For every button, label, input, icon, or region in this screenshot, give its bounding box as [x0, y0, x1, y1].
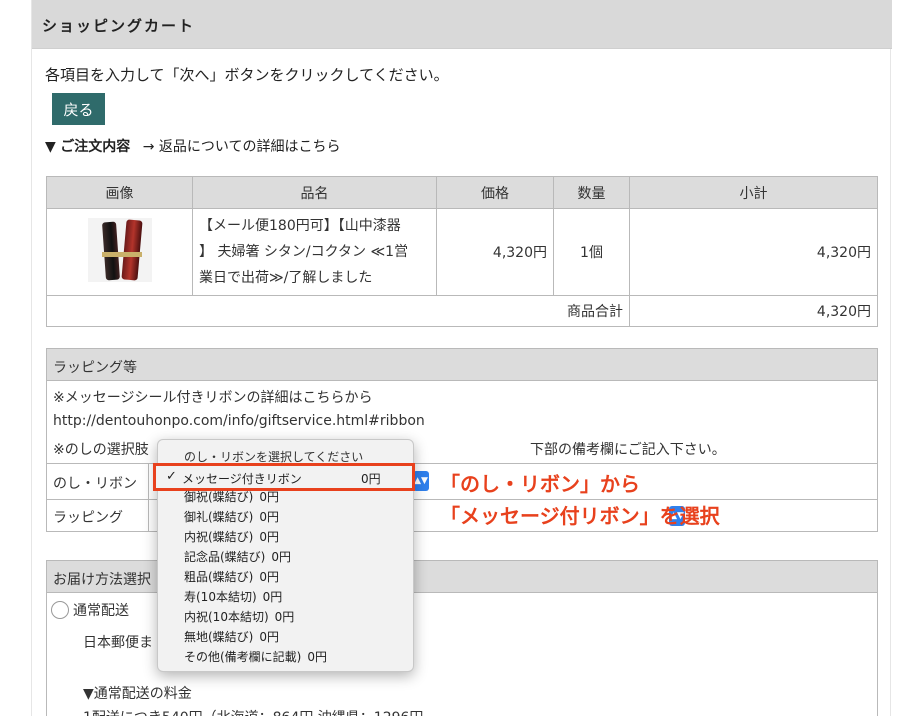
chopstick-red	[120, 219, 143, 281]
total-label: 商品合計	[46, 295, 630, 327]
product-price: 4,320円	[436, 208, 554, 296]
col-header-subtotal: 小計	[629, 176, 878, 209]
option-label: 無地(蝶結び)	[184, 630, 254, 644]
option-label: 御礼(蝶結び)	[184, 510, 254, 524]
product-name-line: 【メール便180円可】【山中漆器	[199, 218, 401, 234]
fee-heading: ▼通常配送の料金	[83, 686, 192, 702]
delivery-detail: 日本郵便ま	[83, 635, 153, 651]
col-header-price: 価格	[436, 176, 554, 209]
annotation-line2: 「メッセージ付リボン」を選択	[440, 504, 720, 528]
fee-detail: 1配送につき540円（北海道：864円 沖縄県：1296円	[83, 707, 423, 716]
table-row: 【メール便180円可】【山中漆器 】 夫婦箸 シタン/コクタン ≪1営 業日で出…	[46, 208, 878, 296]
product-thumbnail[interactable]	[87, 218, 152, 282]
option-label: 粗品(蝶結び)	[184, 570, 254, 584]
option-price: 0円	[259, 530, 280, 544]
product-name-line: 業日で出荷≫/了解しました	[199, 270, 373, 286]
dropdown-option[interactable]: 御礼(蝶結び) 0円	[184, 508, 279, 525]
normal-delivery-label[interactable]: 通常配送	[73, 600, 129, 620]
option-price: 0円	[307, 650, 328, 664]
option-price: 0円	[259, 490, 280, 504]
noshi-note-end: 下部の備考欄にご記入下さい。	[530, 442, 726, 458]
order-table: 画像 品名 価格 数量 小計 【メール便180円可】【山中漆器 】 夫婦箸 シタ…	[46, 176, 878, 327]
dropdown-option[interactable]: 記念品(蝶結び) 0円	[184, 548, 291, 565]
cart-header: ショッピングカート	[32, 0, 892, 49]
row-divider	[148, 500, 149, 532]
instruction-text: 各項目を入力して「次へ」ボタンをクリックしてください。	[45, 66, 449, 84]
noshi-ribbon-label: のし・リボン	[53, 476, 137, 492]
selected-option-label: メッセージ付きリボン	[182, 472, 302, 486]
returns-link[interactable]: → 返品についての詳細はこちら	[143, 139, 341, 155]
noshi-ribbon-dropdown[interactable]: のし・リボンを選択してください ✓ メッセージ付きリボン 0円 御祝(蝶結び) 0…	[153, 439, 415, 672]
triangle-icon: ▼	[45, 139, 56, 155]
product-name-line: 】 夫婦箸 シタン/コクタン ≪1営	[199, 244, 409, 260]
option-price: 0円	[259, 570, 280, 584]
col-header-qty: 数量	[553, 176, 630, 209]
ribbon-note: ※メッセージシール付きリボンの詳細はこちらから	[53, 390, 373, 406]
col-header-name: 品名	[192, 176, 437, 209]
col-header-image: 画像	[46, 176, 193, 209]
dropdown-option[interactable]: 内祝(蝶結び) 0円	[184, 528, 279, 545]
option-price: 0円	[271, 550, 292, 564]
order-section-title: ご注文内容	[60, 139, 131, 155]
option-label: 内祝(10本結切)	[184, 610, 269, 624]
option-price: 0円	[259, 510, 280, 524]
option-label: 記念品(蝶結び)	[184, 550, 266, 564]
row-divider	[148, 464, 149, 499]
dropdown-option[interactable]: その他(備考欄に記載) 0円	[184, 648, 327, 665]
option-label: 寿(10本結切)	[184, 590, 257, 604]
noshi-note-start: ※のしの選択肢	[53, 442, 149, 458]
dropdown-option[interactable]: 御祝(蝶結び) 0円	[184, 488, 279, 505]
total-value: 4,320円	[629, 295, 878, 327]
noshi-select-arrow-icon[interactable]: ▲▼	[413, 471, 429, 491]
ribbon-url[interactable]: http://dentouhonpo.com/info/giftservice.…	[53, 413, 425, 429]
chopstick-band	[101, 252, 142, 257]
product-subtotal: 4,320円	[629, 208, 878, 296]
chopstick-dark	[101, 221, 120, 281]
product-image-cell	[46, 208, 193, 296]
option-label: その他(備考欄に記載)	[184, 650, 302, 664]
order-section-heading: ▼ ご注文内容 → 返品についての詳細はこちら	[45, 136, 340, 156]
annotation-line1: 「のし・リボン」から	[440, 472, 640, 496]
option-price: 0円	[259, 630, 280, 644]
dropdown-option[interactable]: 内祝(10本結切) 0円	[184, 608, 294, 625]
dropdown-option[interactable]: 寿(10本結切) 0円	[184, 588, 282, 605]
back-button[interactable]: 戻る	[52, 93, 105, 125]
checkmark-icon: ✓	[166, 469, 177, 484]
selected-option-price: 0円	[361, 472, 381, 486]
total-row: 商品合計 4,320円	[46, 295, 878, 327]
table-header-row: 画像 品名 価格 数量 小計	[46, 176, 878, 209]
option-price: 0円	[262, 590, 283, 604]
selected-option-highlight[interactable]: ✓ メッセージ付きリボン 0円	[153, 463, 415, 491]
product-name-cell: 【メール便180円可】【山中漆器 】 夫婦箸 シタン/コクタン ≪1営 業日で出…	[192, 208, 437, 296]
product-quantity: 1個	[553, 208, 630, 296]
option-label: 御祝(蝶結び)	[184, 490, 254, 504]
page-title: ショッピングカート	[42, 17, 196, 35]
option-label: 内祝(蝶結び)	[184, 530, 254, 544]
dropdown-option[interactable]: 粗品(蝶結び) 0円	[184, 568, 279, 585]
normal-delivery-radio[interactable]	[51, 601, 69, 619]
option-price: 0円	[274, 610, 295, 624]
dropdown-option[interactable]: 無地(蝶結び) 0円	[184, 628, 279, 645]
wrapping-title: ラッピング等	[47, 349, 877, 381]
wrapping-label: ラッピング	[53, 510, 123, 526]
